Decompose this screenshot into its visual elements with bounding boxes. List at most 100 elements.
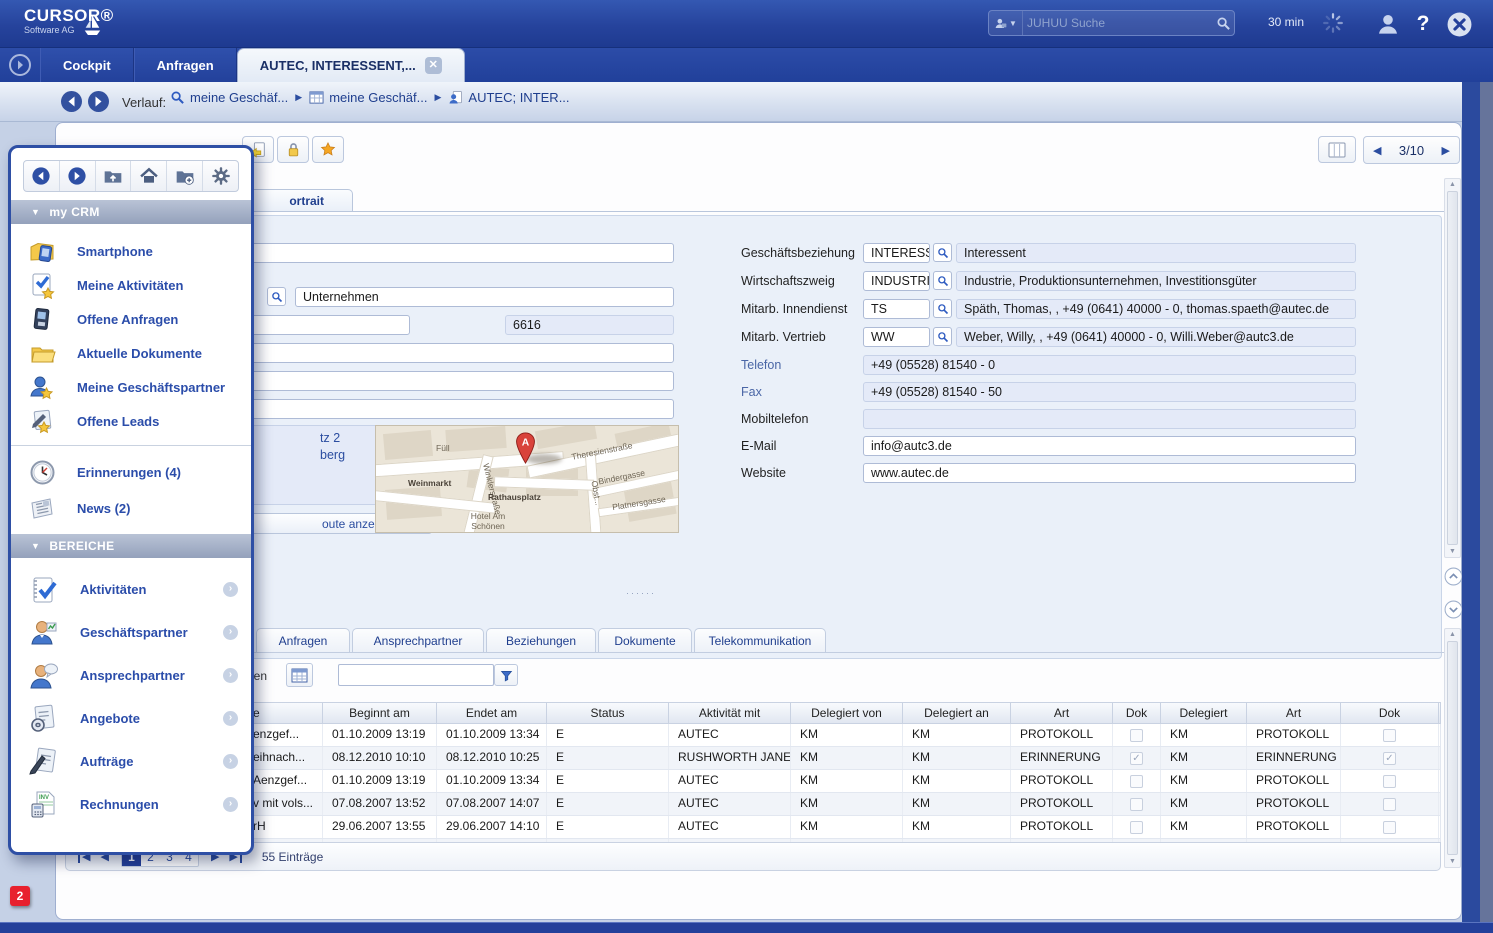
lookup-search-button[interactable]	[933, 327, 952, 346]
section-header-bereiche[interactable]: ▼ BEREICHE	[11, 534, 251, 558]
table-row[interactable]: Aenzgef...01.10.2009 13:1901.10.2009 13:…	[65, 770, 1441, 793]
column-header[interactable]: Status	[547, 703, 669, 723]
detail-scrollbar[interactable]: ▲ ▼	[1444, 178, 1461, 558]
sidebar-item-meine-geschäftspartner[interactable]: Meine Geschäftspartner	[11, 370, 251, 404]
close-app-button[interactable]	[1445, 10, 1473, 38]
favorite-button[interactable]	[312, 136, 344, 163]
search-scope-dropdown[interactable]: ▼	[989, 11, 1023, 35]
breadcrumb-item[interactable]: AUTEC; INTER...	[448, 90, 569, 105]
user-button[interactable]	[1374, 10, 1402, 38]
checkbox-unchecked[interactable]	[1383, 821, 1396, 834]
column-header[interactable]: Delegiert von	[791, 703, 903, 723]
scroll-up-icon[interactable]: ▲	[1445, 631, 1460, 638]
sidebar-item-aktivitäten[interactable]: Aktivitäten›	[11, 568, 251, 611]
gear-button[interactable]	[203, 161, 238, 191]
sidebar-item-erinnerungen-4[interactable]: Erinnerungen (4)	[11, 454, 251, 490]
column-header[interactable]: Dok	[1341, 703, 1439, 723]
lookup-code-field[interactable]: INDUSTRIE	[863, 271, 930, 291]
next-record-button[interactable]: ▶	[1442, 144, 1450, 157]
notification-badge[interactable]: 2	[10, 886, 30, 906]
collapse-up-button[interactable]	[1444, 567, 1463, 586]
table-row[interactable]: v mit vols...07.08.2007 13:5207.08.2007 …	[65, 793, 1441, 816]
checkbox-unchecked[interactable]	[1130, 821, 1143, 834]
forward-button[interactable]	[60, 161, 96, 191]
scroll-up-icon[interactable]: ▲	[1445, 181, 1460, 188]
column-header[interactable]: Art	[1247, 703, 1341, 723]
column-header[interactable]: Dok	[1113, 703, 1161, 723]
checkbox-unchecked[interactable]	[1130, 729, 1143, 742]
checkbox-unchecked[interactable]	[1383, 798, 1396, 811]
sidebar-item-offene-anfragen[interactable]: Offene Anfragen	[11, 302, 251, 336]
search-icon[interactable]	[1212, 16, 1234, 31]
home-button[interactable]	[131, 161, 167, 191]
history-forward-button[interactable]	[87, 90, 110, 113]
tab-cockpit[interactable]: Cockpit	[40, 48, 134, 82]
prev-record-button[interactable]: ◀	[1373, 144, 1381, 157]
company-type-field[interactable]: Unternehmen	[295, 287, 674, 307]
column-header[interactable]: Delegiert	[1161, 703, 1247, 723]
calendar-view-button[interactable]	[286, 663, 313, 687]
type-search-button[interactable]	[267, 287, 286, 306]
sub-tab-beziehungen[interactable]: Beziehungen	[486, 628, 596, 652]
checkbox-checked[interactable]: ✓	[1383, 752, 1396, 765]
scrollbar-thumb[interactable]	[1447, 191, 1458, 545]
checkbox-unchecked[interactable]	[1130, 798, 1143, 811]
close-tab-icon[interactable]: ✕	[425, 57, 442, 74]
column-header[interactable]: Delegiert an	[903, 703, 1011, 723]
sidebar-item-geschäftspartner[interactable]: Geschäftspartner›	[11, 611, 251, 654]
breadcrumb-item[interactable]: meine Geschäf...	[309, 90, 427, 105]
map-pin-icon[interactable]: A	[514, 432, 537, 464]
splitter-handle[interactable]: ······	[626, 588, 656, 598]
table-row[interactable]: enzgef...01.10.2009 13:1901.10.2009 13:3…	[65, 724, 1441, 747]
collapse-down-button[interactable]	[1444, 600, 1463, 619]
search-input[interactable]	[1023, 16, 1212, 30]
sidebar-item-aktuelle-dokumente[interactable]: Aktuelle Dokumente	[11, 336, 251, 370]
folder-plus-button[interactable]	[167, 161, 203, 191]
sidebar-item-aufträge[interactable]: Aufträge›	[11, 740, 251, 783]
list-view-button[interactable]	[1318, 136, 1356, 163]
lookup-code-field[interactable]: TS	[863, 299, 930, 319]
breadcrumb-item[interactable]: meine Geschäf...	[170, 90, 288, 105]
street-field[interactable]	[184, 343, 674, 363]
folder-up-button[interactable]	[96, 161, 132, 191]
zip-city-field[interactable]	[184, 371, 674, 391]
history-back-button[interactable]	[60, 90, 83, 113]
checkbox-unchecked[interactable]	[1130, 775, 1143, 788]
help-button[interactable]: ?	[1409, 10, 1437, 38]
scroll-down-icon[interactable]: ▼	[1445, 548, 1460, 555]
checkbox-unchecked[interactable]	[1383, 729, 1396, 742]
website-field[interactable]: www.autec.de	[863, 463, 1356, 483]
column-header[interactable]: Art	[1011, 703, 1113, 723]
section-header-mycrm[interactable]: ▼ my CRM	[11, 200, 251, 224]
location-map[interactable]: FüllWeinmarktWinklerstraßeTheresienstraß…	[375, 425, 679, 533]
tab-autec-interessent-[interactable]: AUTEC, INTERESSENT,...✕	[237, 48, 465, 82]
expand-tabs-button[interactable]	[8, 53, 32, 77]
lock-button[interactable]	[277, 136, 309, 163]
sub-tab-ansprechpartner[interactable]: Ansprechpartner	[352, 628, 484, 652]
table-row[interactable]: eihnach...08.12.2010 10:1008.12.2010 10:…	[65, 747, 1441, 770]
sidebar-item-ansprechpartner[interactable]: Ansprechpartner›	[11, 654, 251, 697]
sidebar-item-smartphone[interactable]: Smartphone	[11, 234, 251, 268]
tab-anfragen[interactable]: Anfragen	[134, 48, 237, 82]
apply-filter-button[interactable]	[494, 664, 518, 686]
lookup-code-field[interactable]: WW	[863, 327, 930, 347]
sidebar-item-meine-aktivitäten[interactable]: Meine Aktivitäten	[11, 268, 251, 302]
sub-tab-anfragen[interactable]: Anfragen	[256, 628, 350, 652]
table-row[interactable]: rH29.06.2007 13:5529.06.2007 14:10EAUTEC…	[65, 816, 1441, 839]
scroll-down-icon[interactable]: ▼	[1445, 858, 1460, 865]
sidebar-item-news-2[interactable]: News (2)	[11, 490, 251, 526]
sub-tab-dokumente[interactable]: Dokumente	[598, 628, 692, 652]
quick-filter-input[interactable]	[338, 664, 494, 686]
column-header[interactable]: Aktivität mit	[669, 703, 791, 723]
sidebar-item-offene-leads[interactable]: Offene Leads	[11, 404, 251, 438]
sub-tab-telekommunikation[interactable]: Telekommunikation	[694, 628, 826, 652]
column-header[interactable]: Endet am	[437, 703, 547, 723]
column-header[interactable]: Beginnt am	[323, 703, 437, 723]
back-button[interactable]	[24, 161, 60, 191]
lookup-search-button[interactable]	[933, 299, 952, 318]
e-mail-field[interactable]: info@autc3.de	[863, 436, 1356, 456]
name-field[interactable]	[184, 243, 674, 263]
checkbox-checked[interactable]: ✓	[1130, 752, 1143, 765]
country-field[interactable]	[184, 399, 674, 419]
lookup-search-button[interactable]	[933, 271, 952, 290]
